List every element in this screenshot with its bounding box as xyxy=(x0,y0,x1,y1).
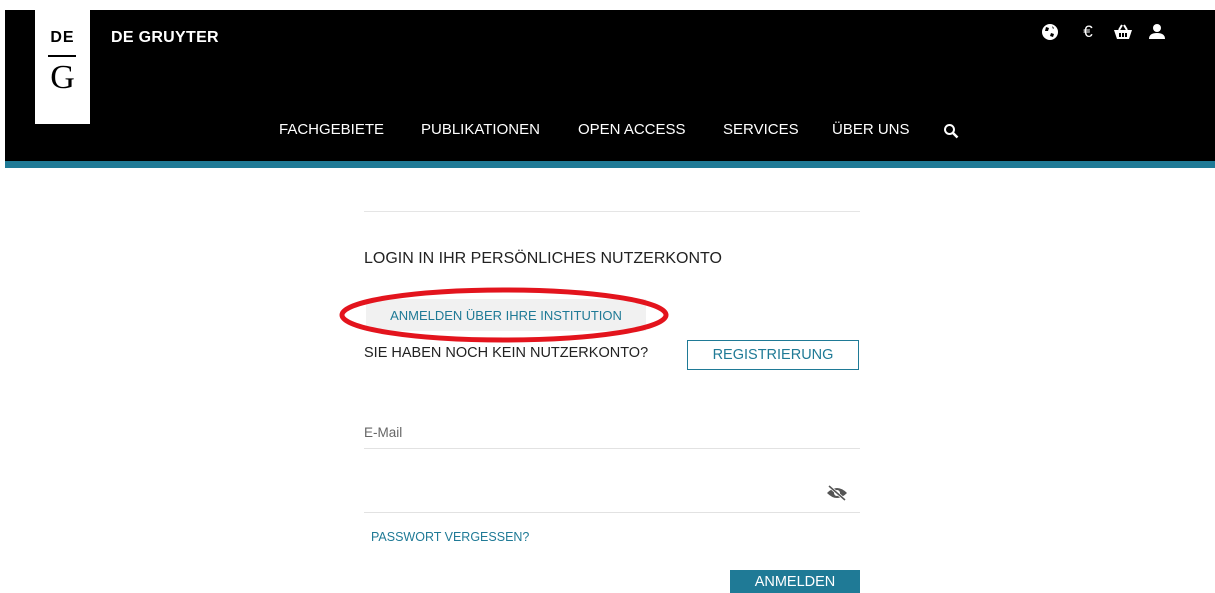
logo[interactable]: DE G xyxy=(35,10,90,124)
brand-name[interactable]: DE GRUYTER xyxy=(111,29,219,47)
password-field[interactable] xyxy=(364,478,860,513)
register-button[interactable]: REGISTRIERUNG xyxy=(687,340,859,370)
nav-item-ueber-uns[interactable]: ÜBER UNS xyxy=(832,121,910,138)
basket-icon[interactable] xyxy=(1113,22,1133,42)
no-account-text: SIE HABEN NOCH KEIN NUTZERKONTO? xyxy=(364,345,649,361)
nav-item-publikationen[interactable]: PUBLIKATIONEN xyxy=(421,121,540,138)
user-icon[interactable] xyxy=(1147,22,1167,42)
login-submit-button[interactable]: ANMELDEN xyxy=(730,570,860,593)
eye-slash-icon[interactable] xyxy=(826,484,848,502)
header-accent-stripe xyxy=(5,161,1215,168)
nav-item-fachgebiete[interactable]: FACHGEBIETE xyxy=(279,121,384,138)
institution-login-button[interactable]: ANMELDEN ÜBER IHRE INSTITUTION xyxy=(366,299,646,331)
login-title: LOGIN IN IHR PERSÖNLICHES NUTZERKONTO xyxy=(364,250,722,267)
nav-item-services[interactable]: SERVICES xyxy=(723,121,799,138)
globe-icon[interactable] xyxy=(1040,22,1060,42)
nav-item-open-access[interactable]: OPEN ACCESS xyxy=(578,121,686,138)
logo-divider xyxy=(48,55,76,57)
forgot-password-link[interactable]: PASSWORT VERGESSEN? xyxy=(371,530,529,544)
email-field[interactable]: E-Mail xyxy=(364,418,860,449)
euro-icon[interactable]: € xyxy=(1078,22,1098,42)
email-label: E-Mail xyxy=(364,425,403,440)
search-icon[interactable] xyxy=(943,123,959,139)
logo-bottom-text: G xyxy=(50,59,75,96)
logo-top-text: DE xyxy=(50,29,75,46)
section-divider xyxy=(364,211,860,212)
